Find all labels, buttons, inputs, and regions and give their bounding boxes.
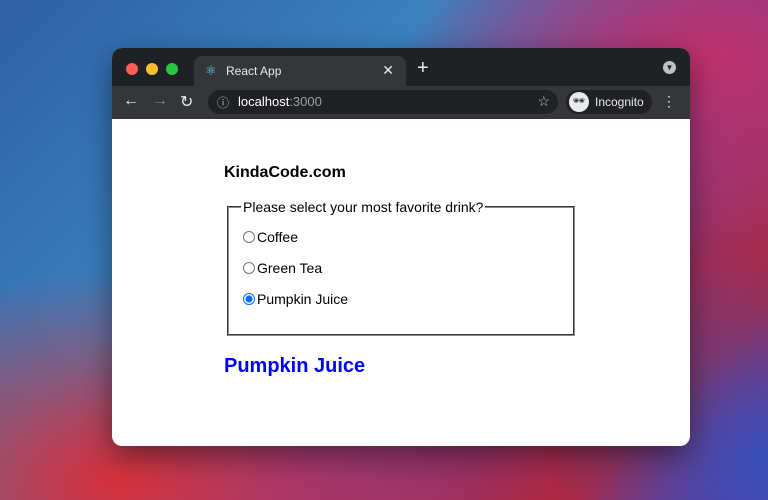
option-green-tea[interactable]: Green Tea xyxy=(243,260,559,276)
radio-green-tea[interactable] xyxy=(243,262,255,274)
info-icon[interactable]: ⓘ xyxy=(217,94,229,111)
reload-icon[interactable]: ↻ xyxy=(180,92,193,112)
back-icon[interactable]: ← xyxy=(123,92,139,110)
option-label: Coffee xyxy=(257,229,298,245)
tab-title: React App xyxy=(226,64,282,78)
incognito-profile-button[interactable]: 🕶 Incognito xyxy=(566,90,652,114)
bookmark-star-icon[interactable]: ☆ xyxy=(537,93,550,110)
profile-label: Incognito xyxy=(595,95,644,109)
drink-fieldset: Please select your most favorite drink? … xyxy=(227,199,575,336)
menu-kebab-icon[interactable]: ⋮ xyxy=(662,93,676,110)
close-window-button[interactable] xyxy=(126,63,138,75)
forward-icon[interactable]: → xyxy=(152,92,168,110)
page-title: KindaCode.com xyxy=(224,164,346,181)
option-pumpkin-juice[interactable]: Pumpkin Juice xyxy=(243,291,559,307)
option-label: Green Tea xyxy=(257,260,323,276)
url-port: :3000 xyxy=(289,94,322,109)
page-content: KindaCode.com Please select your most fa… xyxy=(112,119,690,446)
incognito-icon: 🕶 xyxy=(569,92,589,112)
new-tab-icon[interactable]: + xyxy=(417,57,429,80)
browser-window: ⚛ React App ✕ + ▼ ← → ↻ ⓘ localhost:3000… xyxy=(112,48,690,446)
url-text: localhost:3000 xyxy=(238,94,322,109)
radio-coffee[interactable] xyxy=(243,231,255,243)
option-label: Pumpkin Juice xyxy=(257,291,349,307)
option-coffee[interactable]: Coffee xyxy=(243,229,559,245)
toolbar: ← → ↻ ⓘ localhost:3000 ☆ 🕶 Incognito ⋮ xyxy=(112,86,690,119)
url-host: localhost xyxy=(238,94,290,109)
selected-drink-text: Pumpkin Juice xyxy=(224,355,366,377)
react-icon: ⚛ xyxy=(205,63,217,78)
fieldset-legend: Please select your most favorite drink? xyxy=(243,199,484,215)
minimize-window-button[interactable] xyxy=(146,63,158,75)
tab-bar: ⚛ React App ✕ + ▼ xyxy=(112,48,690,86)
tab-search-icon[interactable]: ▼ xyxy=(663,61,676,74)
close-tab-icon[interactable]: ✕ xyxy=(382,62,394,79)
maximize-window-button[interactable] xyxy=(166,63,178,75)
address-bar[interactable]: ⓘ localhost:3000 ☆ xyxy=(208,90,558,114)
radio-pumpkin-juice[interactable] xyxy=(243,293,255,305)
tab-react-app[interactable]: ⚛ React App ✕ xyxy=(194,56,406,86)
